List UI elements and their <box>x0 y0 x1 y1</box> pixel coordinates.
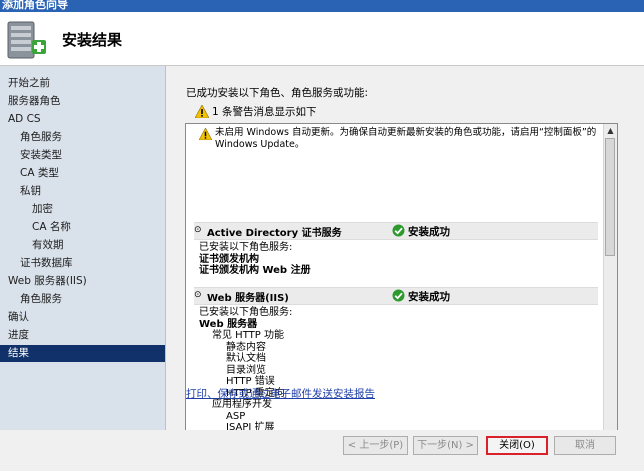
previous-button[interactable]: < 上一步(P) <box>343 436 408 455</box>
sidebar-item[interactable]: Web 服务器(IIS) <box>0 273 165 290</box>
window-title: 添加角色向导 <box>2 0 68 11</box>
result-line: ASP <box>226 410 246 422</box>
warning-detail: 未启用 Windows 自动更新。为确保自动更新最新安装的角色或功能，请启用“控… <box>215 127 597 150</box>
add-roles-wizard-window: 添加角色向导 安装结果 开始之前 服务器角色 AD CS 角色服务 安装类型 CA 类型私… <box>0 0 644 471</box>
result-line: 已安装以下角色服务: <box>199 242 293 253</box>
wizard-header: 安装结果 <box>0 12 644 66</box>
sidebar-item[interactable]: 加密 <box>0 201 165 218</box>
install-status: 安装成功 <box>408 226 450 238</box>
section-title: Web 服务器(IIS) <box>207 293 289 304</box>
cancel-button[interactable]: 取消 <box>554 436 616 455</box>
title-bar[interactable]: 添加角色向导 <box>0 0 644 12</box>
result-line: 证书颁发机构 Web 注册 <box>199 265 311 276</box>
scroll-thumb[interactable] <box>605 138 615 256</box>
sidebar-item[interactable]: CA 类型 <box>0 165 165 182</box>
sidebar-item[interactable]: 证书数据库 <box>0 255 165 272</box>
result-line: 已安装以下角色服务: <box>199 307 293 318</box>
sidebar-item[interactable]: 服务器角色 <box>0 93 165 110</box>
result-line: 目录浏览 <box>226 364 266 376</box>
sidebar-item[interactable]: 结果 <box>0 345 165 362</box>
sidebar-item[interactable]: 私钥 <box>0 183 165 200</box>
section-title: Active Directory 证书服务 <box>207 228 342 239</box>
sidebar-item[interactable]: 进度 <box>0 327 165 344</box>
sidebar-item[interactable]: 有效期 <box>0 237 165 254</box>
section-header[interactable]: ⊙ Web 服务器(IIS) 安装成功 <box>194 287 598 305</box>
sidebar-item[interactable]: CA 名称 <box>0 219 165 236</box>
sidebar-item[interactable]: 安装类型 <box>0 147 165 164</box>
result-line: 静态内容 <box>226 341 266 353</box>
results-scrollbar[interactable]: ▲ ▼ <box>603 124 617 444</box>
sidebar-item[interactable]: 开始之前 <box>0 75 165 92</box>
wizard-nav: 开始之前 服务器角色 AD CS 角色服务 安装类型 CA 类型 私钥 加密 CA 名称 有效期证… <box>0 66 166 430</box>
success-check-icon <box>392 289 405 302</box>
results-panel: 已成功安装以下角色、角色服务或功能: 1 条警告消息显示如下 未启用 Windo… <box>166 66 644 445</box>
report-link[interactable]: 打印、保存或通过电子邮件发送安装报告 <box>186 386 375 401</box>
success-check-icon <box>392 224 405 237</box>
results-intro: 已成功安装以下角色、角色服务或功能: <box>186 87 369 99</box>
sidebar-item[interactable]: 角色服务 <box>0 291 165 308</box>
collapse-icon[interactable]: ⊙ <box>194 226 203 235</box>
warning-summary-text: 1 条警告消息显示如下 <box>212 106 317 118</box>
result-line: 证书颁发机构 <box>199 253 259 265</box>
sidebar-item[interactable]: 确认 <box>0 309 165 326</box>
sidebar-item[interactable]: AD CS <box>0 111 165 128</box>
result-line: 常见 HTTP 功能 <box>212 330 284 341</box>
warning-icon <box>199 128 212 140</box>
section-header[interactable]: ⊙ Active Directory 证书服务 安装成功 <box>194 222 598 240</box>
sidebar-item[interactable]: 角色服务 <box>0 129 165 146</box>
scroll-up-icon[interactable]: ▲ <box>604 124 617 137</box>
install-status: 安装成功 <box>408 291 450 303</box>
result-line: Web 服务器 <box>199 318 258 330</box>
server-add-icon <box>7 21 46 59</box>
next-button[interactable]: 下一步(N) > <box>413 436 478 455</box>
result-line: 默认文档 <box>226 353 266 364</box>
page-title: 安装结果 <box>62 31 123 49</box>
wizard-footer: < 上一步(P) 下一步(N) > 关闭(O) 取消 <box>0 430 644 471</box>
collapse-icon[interactable]: ⊙ <box>194 291 203 300</box>
close-button[interactable]: 关闭(O) <box>486 436 548 455</box>
warning-icon <box>195 105 209 118</box>
